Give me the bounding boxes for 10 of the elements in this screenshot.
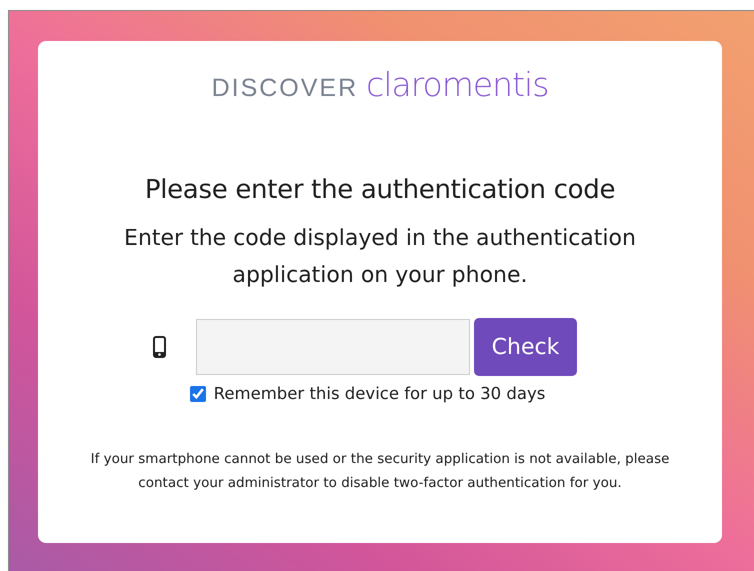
logo-prefix: DISCOVER [212, 74, 358, 103]
help-note: If your smartphone cannot be used or the security application is not available, please contact your administrator to disable two-factor authentication for you. [90, 450, 670, 494]
phone-icon [152, 336, 166, 358]
code-input-field[interactable] [196, 319, 470, 376]
remember-label: Remember this device for up to 30 days [214, 384, 546, 404]
instructions-text: Enter the code displayed in the authentication application on your phone. [123, 225, 637, 290]
remember-checkbox[interactable] [190, 386, 206, 402]
logo-wordmark: claromentis [366, 65, 548, 104]
page-heading: Please enter the authentication code [144, 175, 616, 206]
check-button[interactable]: Check [474, 318, 578, 376]
